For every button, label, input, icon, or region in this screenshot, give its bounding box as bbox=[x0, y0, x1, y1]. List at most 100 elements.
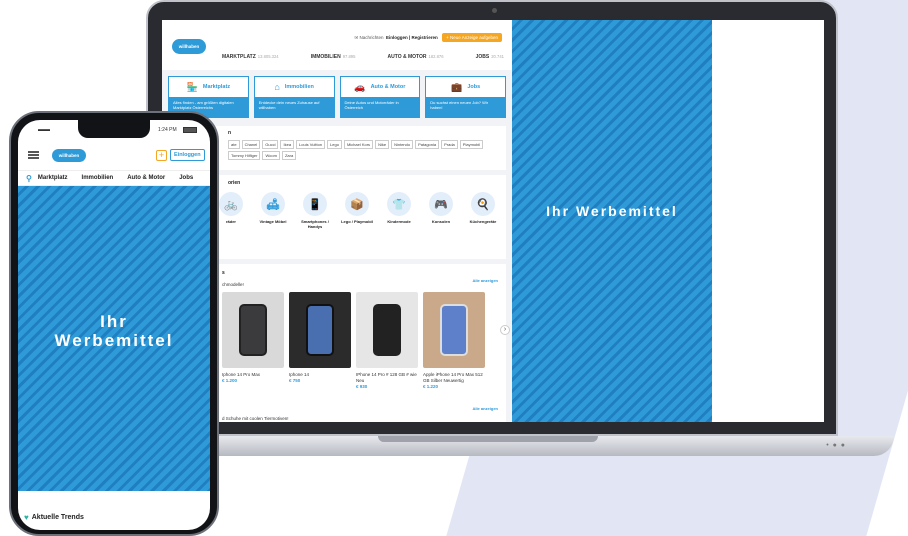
product-price: € 750 bbox=[289, 377, 301, 383]
brand-tag[interactable]: Chanel bbox=[241, 140, 261, 149]
card-title: Jobs bbox=[467, 84, 481, 90]
card-title: Marktplatz bbox=[202, 84, 231, 90]
brand-tag[interactable]: Lego bbox=[327, 140, 342, 149]
mobile-nav-immobilien[interactable]: Immobilien bbox=[82, 175, 114, 181]
product-image bbox=[289, 292, 351, 368]
card-immobilien[interactable]: ⌂ Immobilien Entdecke dein neues Zuhause a… bbox=[253, 76, 335, 118]
card-auto-motor[interactable]: 🚗 Auto & Motor Deine Autos und Motorräder … bbox=[339, 76, 421, 118]
nav-marktplatz[interactable]: MARKTPLATZ 13.805.324 bbox=[222, 54, 279, 60]
brand-tag[interactable]: Playmobil bbox=[459, 140, 484, 149]
nav-jobs[interactable]: JOBS 20.741 bbox=[476, 54, 504, 60]
kitchen-appliance-icon: 🍳 bbox=[471, 192, 495, 216]
see-all-link-2[interactable]: Alle anzeigen bbox=[472, 406, 498, 411]
chevron-right-icon[interactable]: › bbox=[500, 325, 510, 335]
willhaben-logo[interactable]: willhaben bbox=[52, 149, 86, 162]
heart-icon: ♥ bbox=[24, 513, 29, 522]
category-item[interactable]: 📦 Lego / Playmobil bbox=[338, 192, 376, 229]
card-jobs[interactable]: 💼 Jobs Du suchst einen neuen Job? Wir habe… bbox=[425, 76, 506, 118]
messages-link[interactable]: Nachrichten bbox=[360, 35, 384, 40]
brand-tag[interactable]: Michael Kors bbox=[343, 140, 374, 149]
brand-tag[interactable]: Patagonia bbox=[415, 140, 440, 149]
brand-tag[interactable]: Prada bbox=[441, 140, 458, 149]
section-title: n bbox=[228, 130, 232, 136]
product-carousel: Iphone 14 Pro Max € 1.200 Iphone 14 € 75… bbox=[222, 292, 485, 389]
nav-immobilien[interactable]: IMMOBILIEN 97.895 bbox=[311, 54, 356, 60]
see-all-link[interactable]: Alle anzeigen bbox=[472, 278, 498, 283]
nav-count: 97.895 bbox=[342, 54, 356, 59]
product-card[interactable]: Iphone 14 Pro Max € 1.200 bbox=[222, 292, 284, 389]
brand-tag[interactable]: Gucci bbox=[262, 140, 279, 149]
new-ad-button[interactable]: + Neue Anzeige aufgeben bbox=[442, 33, 502, 42]
category-label: Vintage Möbel bbox=[259, 219, 287, 224]
trends-title: Aktuelle Trends bbox=[31, 514, 84, 521]
phone-device: ▬▬ 1:24 PM willhaben + Einloggen ⚲ Markt… bbox=[9, 111, 219, 536]
laptop-lid: willhaben ✉ Nachrichten Einloggen | Regi… bbox=[146, 0, 838, 436]
category-label: Konsolen bbox=[431, 219, 451, 224]
mobile-header: willhaben + Einloggen bbox=[18, 145, 210, 167]
brand-tag[interactable]: ate bbox=[228, 140, 240, 149]
main-nav: MARKTPLATZ 13.805.324 IMMOBILIEN 97.895 AU… bbox=[222, 54, 504, 60]
product-price: € 930 bbox=[356, 383, 368, 389]
category-item[interactable]: 🍳 Küchengeräte bbox=[464, 192, 502, 229]
product-image bbox=[222, 292, 284, 368]
phone-screen: ▬▬ 1:24 PM willhaben + Einloggen ⚲ Markt… bbox=[18, 120, 210, 530]
toy-box-icon: 📦 bbox=[345, 192, 369, 216]
brand-tag[interactable]: Zara bbox=[281, 151, 297, 160]
laptop-screen: willhaben ✉ Nachrichten Einloggen | Regi… bbox=[162, 20, 824, 422]
willhaben-logo[interactable]: willhaben bbox=[172, 39, 206, 54]
search-icon[interactable]: ⚲ bbox=[26, 174, 32, 183]
product-card[interactable]: Apple iPhone 14 Pro Max 512 GB Silber Ne… bbox=[423, 292, 485, 389]
card-title: Auto & Motor bbox=[370, 84, 406, 90]
phone-notch bbox=[78, 120, 150, 138]
brand-tag[interactable]: Woom bbox=[262, 151, 280, 160]
brand-tag[interactable]: Nintendo bbox=[391, 140, 414, 149]
mobile-nav-jobs[interactable]: Jobs bbox=[179, 175, 193, 181]
section-subtitle: d Schuhe mit coolen Tiermotiven! bbox=[222, 416, 289, 421]
mobile-nav: ⚲ Marktplatz Immobilien Auto & Motor Job… bbox=[18, 170, 210, 186]
nav-label: AUTO & MOTOR bbox=[387, 54, 427, 60]
brand-tag[interactable]: Nike bbox=[375, 140, 390, 149]
category-label: Kindermode bbox=[387, 219, 411, 224]
category-label: Lego / Playmobil bbox=[341, 219, 373, 224]
camera-icon bbox=[492, 8, 497, 13]
smartphone-icon: 📱 bbox=[303, 192, 327, 216]
brand-tag[interactable]: Louis Vuitton bbox=[296, 140, 326, 149]
vertical-cards: 🏪 Marktplatz Alles finden - am größten dig… bbox=[168, 76, 506, 118]
hamburger-icon[interactable] bbox=[28, 151, 39, 159]
site-header: willhaben ✉ Nachrichten Einloggen | Regi… bbox=[162, 20, 512, 70]
product-image bbox=[356, 292, 418, 368]
brand-tag[interactable]: Ikea bbox=[280, 140, 295, 149]
ad-banner-mobile: Ihr Werbemittel bbox=[18, 186, 210, 491]
category-item[interactable]: 🎮 Konsolen bbox=[422, 192, 460, 229]
category-item[interactable]: 👕 Kindermode bbox=[380, 192, 418, 229]
house-icon: ⌂ bbox=[274, 82, 280, 92]
product-card[interactable]: IPhone 14 Pro # 128 GB # wie Neu € 930 bbox=[356, 292, 418, 389]
category-list: 🚲 räder 🛋 Vintage Möbel 📱 Smartphones / Handy… bbox=[208, 192, 506, 229]
ad-banner-desktop: Ihr Werbemittel bbox=[512, 20, 712, 422]
category-item[interactable]: 📱 Smartphones / Handys bbox=[296, 192, 334, 229]
nav-count: 20.741 bbox=[491, 54, 504, 59]
indicator-lights: • ● ● bbox=[826, 442, 846, 449]
nav-auto-motor[interactable]: AUTO & MOTOR 182.876 bbox=[388, 54, 444, 60]
mobile-nav-auto-motor[interactable]: Auto & Motor bbox=[127, 175, 165, 181]
product-name: IPhone 14 Pro # 128 GB # wie Neu bbox=[356, 372, 417, 383]
product-image bbox=[423, 292, 485, 368]
nav-label: MARKTPLATZ bbox=[222, 54, 256, 60]
section-title: orien bbox=[228, 180, 241, 186]
login-button[interactable]: Einloggen bbox=[170, 149, 205, 161]
card-title: Immobilien bbox=[284, 84, 314, 90]
category-label: Küchengeräte bbox=[469, 219, 497, 224]
brand-tag[interactable]: Tommy Hilfiger bbox=[228, 151, 261, 160]
category-item[interactable]: 🛋 Vintage Möbel bbox=[254, 192, 292, 229]
login-link[interactable]: Einloggen | Registrieren bbox=[386, 35, 438, 40]
category-label: Smartphones / Handys bbox=[301, 219, 329, 229]
blank-area bbox=[712, 20, 824, 422]
add-listing-icon[interactable]: + bbox=[156, 150, 167, 161]
product-card[interactable]: Iphone 14 € 750 bbox=[289, 292, 351, 389]
mobile-nav-marktplatz[interactable]: Marktplatz bbox=[38, 175, 68, 181]
mockup-stage: willhaben ✉ Nachrichten Einloggen | Regi… bbox=[0, 0, 908, 536]
nav-count: 13.805.324 bbox=[257, 54, 279, 59]
bicycle-icon: 🚲 bbox=[219, 192, 243, 216]
laptop-notch bbox=[378, 436, 598, 442]
status-time: 1:24 PM bbox=[158, 127, 177, 133]
